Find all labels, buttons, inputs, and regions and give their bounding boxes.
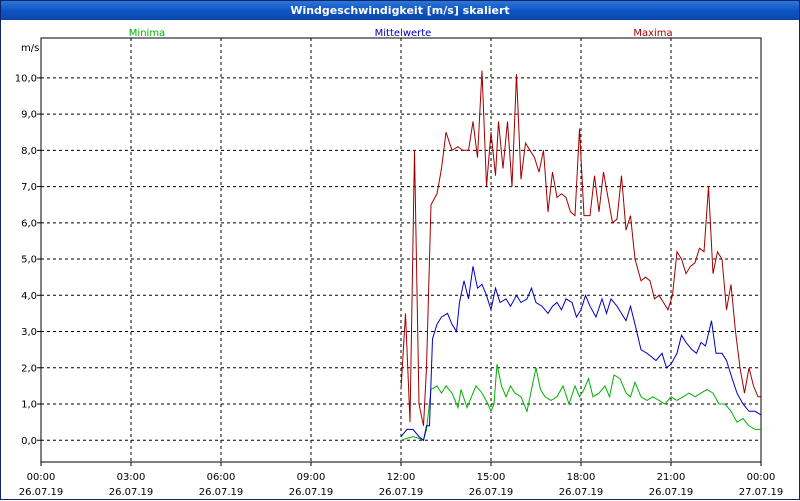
x-tick-date-label: 26.07.19 bbox=[469, 487, 514, 498]
x-tick-date-label: 26.07.19 bbox=[289, 487, 334, 498]
x-tick-time-label: 15:00 bbox=[477, 472, 506, 483]
x-tick-time-label: 09:00 bbox=[297, 472, 326, 483]
x-tick-time-label: 12:00 bbox=[387, 472, 416, 483]
y-tick-label: 0,0 bbox=[21, 436, 37, 447]
wind-speed-chart: m/s 0,0 1,0 2,0 3,0 4,0 5,0 6,0 7,0 8,0 9,0 10,0 00:… bbox=[15, 28, 784, 498]
x-tick-date-label: 26.07.19 bbox=[559, 487, 604, 498]
y-tick-label: 10,0 bbox=[15, 73, 37, 84]
x-tick-time-label: 06:00 bbox=[207, 472, 236, 483]
legend-minima: Minima bbox=[129, 28, 165, 39]
x-tick-time-label: 00:00 bbox=[747, 472, 776, 483]
y-tick-label: 3,0 bbox=[21, 327, 37, 338]
x-tick-time-label: 18:00 bbox=[567, 472, 596, 483]
y-tick-label: 9,0 bbox=[21, 110, 37, 121]
x-tick-time-label: 21:00 bbox=[657, 472, 686, 483]
chart-window: Windgeschwindigkeit [m/s] skaliert m/s 0,… bbox=[0, 0, 800, 500]
legend-mittelwerte: Mittelwerte bbox=[375, 28, 432, 39]
x-tick-date-label: 26.07.19 bbox=[649, 487, 694, 498]
x-tick-time-label: 00:00 bbox=[27, 472, 56, 483]
x-tick-date-label: 26.07.19 bbox=[199, 487, 244, 498]
y-tick-label: 7,0 bbox=[21, 182, 37, 193]
y-tick-label: 4,0 bbox=[21, 291, 37, 302]
x-tick-date-label: 27.07.19 bbox=[739, 487, 784, 498]
x-tick-date-label: 26.07.19 bbox=[19, 487, 64, 498]
y-tick-label: 6,0 bbox=[21, 218, 37, 229]
x-tick-time-label: 03:00 bbox=[117, 472, 146, 483]
x-tick-date-label: 26.07.19 bbox=[109, 487, 154, 498]
legend-maxima: Maxima bbox=[633, 28, 672, 39]
y-axis-unit-label: m/s bbox=[21, 43, 39, 54]
y-tick-label: 5,0 bbox=[21, 255, 37, 266]
x-tick-date-label: 26.07.19 bbox=[379, 487, 424, 498]
y-tick-label: 1,0 bbox=[21, 400, 37, 411]
y-tick-label: 2,0 bbox=[21, 363, 37, 374]
y-tick-label: 8,0 bbox=[21, 146, 37, 157]
